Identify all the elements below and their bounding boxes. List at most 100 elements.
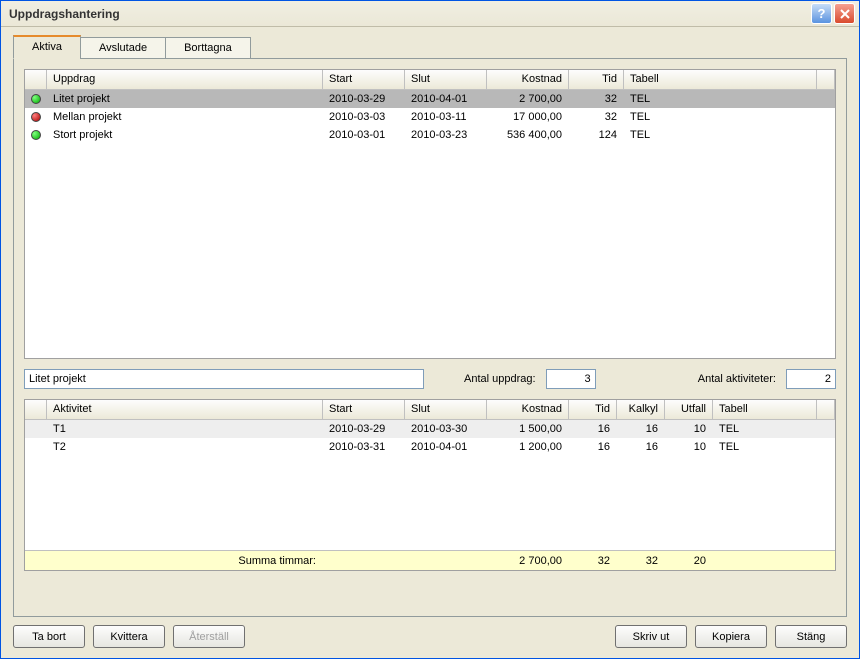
close-button[interactable] — [834, 3, 855, 24]
cell-slut: 2010-03-30 — [405, 423, 487, 435]
cell-start: 2010-03-29 — [323, 93, 405, 105]
table-row[interactable]: T22010-03-312010-04-011 200,00161610TEL — [25, 438, 835, 456]
cell-tid: 124 — [569, 129, 624, 141]
cell-slut: 2010-04-01 — [405, 93, 487, 105]
titlebar-buttons: ? — [811, 3, 855, 24]
table-row[interactable]: Mellan projekt2010-03-032010-03-1117 000… — [25, 108, 835, 126]
col-slut[interactable]: Slut — [405, 70, 487, 89]
aktivitet-grid[interactable]: Aktivitet Start Slut Kostnad Tid Kalkyl … — [24, 399, 836, 571]
tab-aktiva[interactable]: Aktiva — [13, 35, 81, 59]
cell-utfall: 10 — [665, 423, 713, 435]
cell-tabell: TEL — [624, 129, 817, 141]
col-start[interactable]: Start — [323, 400, 405, 419]
cell-aktivitet: T1 — [47, 423, 323, 435]
col-tid[interactable]: Tid — [569, 70, 624, 89]
kvittera-button[interactable]: Kvittera — [93, 625, 165, 648]
close-icon — [840, 9, 850, 19]
sum-tid: 32 — [569, 555, 617, 567]
cell-kalkyl: 16 — [617, 441, 665, 453]
cell-tid: 32 — [569, 111, 624, 123]
status-green-icon — [31, 130, 41, 140]
cell-tabell: TEL — [713, 441, 817, 453]
cell-slut: 2010-03-11 — [405, 111, 487, 123]
col-uppdrag[interactable]: Uppdrag — [47, 70, 323, 89]
app-window: Uppdragshantering ? Aktiva Avslutade Bor… — [0, 0, 860, 659]
cell-start: 2010-03-31 — [323, 441, 405, 453]
cell-kostnad: 2 700,00 — [487, 93, 569, 105]
content-area: Aktiva Avslutade Borttagna Uppdrag Start… — [1, 27, 859, 658]
col-spacer — [817, 400, 835, 419]
sum-kalkyl: 32 — [617, 555, 665, 567]
antal-aktiviteter-label: Antal aktiviteter: — [698, 373, 776, 385]
col-spacer — [817, 70, 835, 89]
selected-uppdrag-input[interactable] — [24, 369, 424, 389]
kopiera-button[interactable]: Kopiera — [695, 625, 767, 648]
cell-tid: 16 — [569, 423, 617, 435]
antal-uppdrag-label: Antal uppdrag: — [464, 373, 536, 385]
summary-row: Antal uppdrag: Antal aktiviteter: — [24, 369, 836, 389]
cell-tid: 32 — [569, 93, 624, 105]
button-group-left: Ta bort Kvittera Återställ — [13, 625, 245, 648]
ta-bort-button[interactable]: Ta bort — [13, 625, 85, 648]
cell-utfall: 10 — [665, 441, 713, 453]
cell-kostnad: 536 400,00 — [487, 129, 569, 141]
cell-uppdrag: Litet projekt — [47, 93, 323, 105]
status-red-icon — [31, 112, 41, 122]
aktivitet-grid-body: T12010-03-292010-03-301 500,00161610TELT… — [25, 420, 835, 550]
col-tabell[interactable]: Tabell — [624, 70, 817, 89]
tab-borttagna[interactable]: Borttagna — [165, 37, 251, 59]
status-green-icon — [31, 94, 41, 104]
cell-slut: 2010-03-23 — [405, 129, 487, 141]
table-row[interactable]: T12010-03-292010-03-301 500,00161610TEL — [25, 420, 835, 438]
button-bar: Ta bort Kvittera Återställ Skriv ut Kopi… — [13, 617, 847, 648]
table-row[interactable]: Stort projekt2010-03-012010-03-23536 400… — [25, 126, 835, 144]
cell-tabell: TEL — [624, 93, 817, 105]
cell-uppdrag: Stort projekt — [47, 129, 323, 141]
sum-label: Summa timmar: — [47, 555, 323, 567]
aterstall-button: Återställ — [173, 625, 245, 648]
skriv-ut-button[interactable]: Skriv ut — [615, 625, 687, 648]
cell-start: 2010-03-01 — [323, 129, 405, 141]
cell-start: 2010-03-03 — [323, 111, 405, 123]
col-kostnad[interactable]: Kostnad — [487, 70, 569, 89]
tab-panel: Uppdrag Start Slut Kostnad Tid Tabell Li… — [13, 58, 847, 617]
col-slut[interactable]: Slut — [405, 400, 487, 419]
cell-kostnad: 1 200,00 — [487, 441, 569, 453]
button-group-right: Skriv ut Kopiera Stäng — [615, 625, 847, 648]
cell-kostnad: 17 000,00 — [487, 111, 569, 123]
aktivitet-grid-header: Aktivitet Start Slut Kostnad Tid Kalkyl … — [25, 400, 835, 420]
cell-uppdrag: Mellan projekt — [47, 111, 323, 123]
cell-tid: 16 — [569, 441, 617, 453]
cell-tabell: TEL — [713, 423, 817, 435]
stang-button[interactable]: Stäng — [775, 625, 847, 648]
uppdrag-grid-header: Uppdrag Start Slut Kostnad Tid Tabell — [25, 70, 835, 90]
cell-kalkyl: 16 — [617, 423, 665, 435]
col-tabell[interactable]: Tabell — [713, 400, 817, 419]
col-tid[interactable]: Tid — [569, 400, 617, 419]
col-status[interactable] — [25, 70, 47, 89]
help-button[interactable]: ? — [811, 3, 832, 24]
titlebar: Uppdragshantering ? — [1, 1, 859, 27]
cell-tabell: TEL — [624, 111, 817, 123]
sum-utfall: 20 — [665, 555, 713, 567]
cell-aktivitet: T2 — [47, 441, 323, 453]
sum-kostnad: 2 700,00 — [487, 555, 569, 567]
col-utfall[interactable]: Utfall — [665, 400, 713, 419]
sum-row: Summa timmar: 2 700,00 32 32 20 — [25, 550, 835, 570]
table-row[interactable]: Litet projekt2010-03-292010-04-012 700,0… — [25, 90, 835, 108]
col-start[interactable]: Start — [323, 70, 405, 89]
tab-strip: Aktiva Avslutade Borttagna — [13, 37, 847, 59]
col-kalkyl[interactable]: Kalkyl — [617, 400, 665, 419]
cell-slut: 2010-04-01 — [405, 441, 487, 453]
col-aktivitet[interactable]: Aktivitet — [47, 400, 323, 419]
cell-start: 2010-03-29 — [323, 423, 405, 435]
uppdrag-grid[interactable]: Uppdrag Start Slut Kostnad Tid Tabell Li… — [24, 69, 836, 359]
cell-kostnad: 1 500,00 — [487, 423, 569, 435]
uppdrag-grid-body: Litet projekt2010-03-292010-04-012 700,0… — [25, 90, 835, 358]
tab-avslutade[interactable]: Avslutade — [80, 37, 166, 59]
col-kostnad[interactable]: Kostnad — [487, 400, 569, 419]
col-status[interactable] — [25, 400, 47, 419]
window-title: Uppdragshantering — [9, 7, 120, 21]
antal-uppdrag-value[interactable] — [546, 369, 596, 389]
antal-aktiviteter-value[interactable] — [786, 369, 836, 389]
